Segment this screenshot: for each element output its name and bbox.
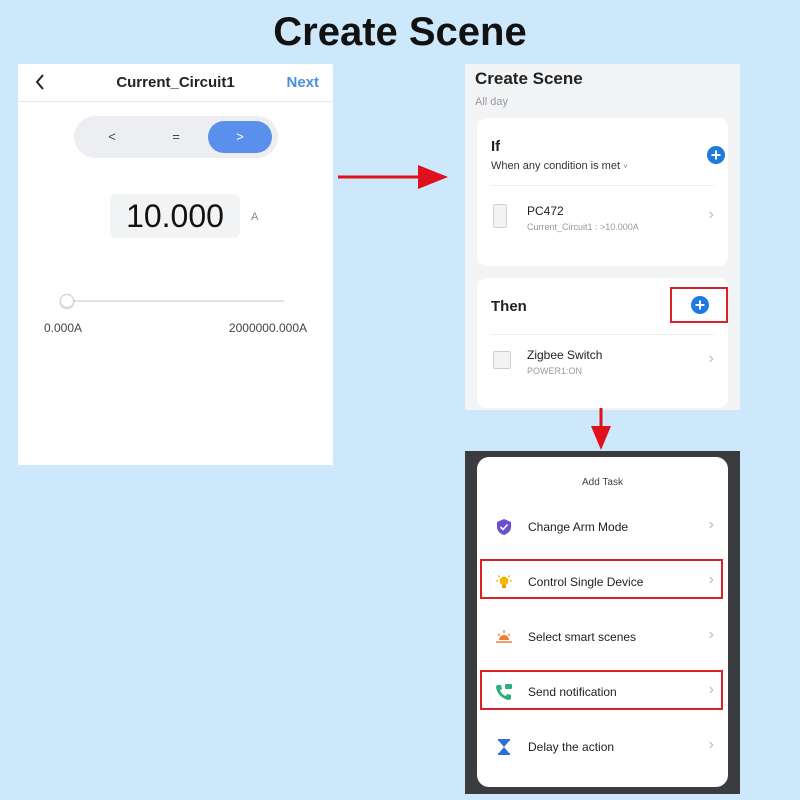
editor-header: Current_Circuit1 Next <box>18 64 333 102</box>
unit-label: A <box>251 211 259 223</box>
then-device-action: POWER1:ON <box>527 366 583 376</box>
create-scene-panel: Create Scene All day If When any conditi… <box>465 64 740 410</box>
highlight-box <box>480 559 723 599</box>
caret-down-icon: ˅ <box>623 162 628 171</box>
task-change-arm-mode[interactable]: Change Arm Mode › <box>477 507 728 547</box>
if-card: If When any condition is met ˅ PC472 Cur… <box>477 118 728 266</box>
switch-device-icon <box>493 351 511 369</box>
operator-less-than[interactable]: < <box>80 121 144 153</box>
if-heading: If <box>491 138 501 155</box>
divider <box>491 334 714 335</box>
chevron-right-icon: › <box>708 626 714 643</box>
chevron-right-icon: › <box>708 516 714 533</box>
condition-mode-label: When any condition is met <box>491 160 621 172</box>
next-button[interactable]: Next <box>286 74 319 91</box>
add-task-panel: Add Task Change Arm Mode › Control Singl… <box>465 451 740 794</box>
if-device-condition: Current_Circuit1 : >10.000A <box>527 222 639 232</box>
add-task-sheet: Add Task Change Arm Mode › Control Singl… <box>477 457 728 787</box>
divider <box>491 185 714 186</box>
task-label: Select smart scenes <box>528 630 637 644</box>
if-device-name: PC472 <box>527 204 564 218</box>
shield-check-icon <box>497 519 511 535</box>
slider-min-label: 0.000A <box>44 321 83 335</box>
right-arrow-icon <box>338 165 448 189</box>
operator-segmented-control: < = > <box>74 116 278 158</box>
threshold-value-input[interactable]: 10.000 <box>110 194 240 238</box>
add-condition-button[interactable] <box>707 146 725 164</box>
task-label: Change Arm Mode <box>528 520 629 534</box>
meter-device-icon <box>493 204 507 228</box>
operator-equals[interactable]: = <box>144 121 208 153</box>
slider-track[interactable] <box>66 300 284 302</box>
task-delay-the-action[interactable]: Delay the action › <box>477 727 728 767</box>
highlight-box <box>480 670 723 710</box>
page-title: Create Scene <box>273 10 527 54</box>
chevron-right-icon: › <box>708 206 714 223</box>
down-arrow-icon <box>591 408 611 450</box>
chevron-right-icon: › <box>708 736 714 753</box>
scene-title: Create Scene <box>475 69 583 88</box>
slider-thumb[interactable] <box>60 294 74 308</box>
chevron-right-icon: › <box>708 350 714 367</box>
then-heading: Then <box>491 298 527 315</box>
then-card: Then Zigbee Switch POWER1:ON › <box>477 278 728 408</box>
task-label: Delay the action <box>528 740 615 754</box>
add-task-title: Add Task <box>582 477 623 488</box>
then-device-name: Zigbee Switch <box>527 348 603 362</box>
sunrise-icon <box>496 630 512 643</box>
add-action-button[interactable] <box>691 296 709 314</box>
task-select-smart-scenes[interactable]: Select smart scenes › <box>477 617 728 657</box>
operator-greater-than[interactable]: > <box>208 121 272 153</box>
condition-mode-dropdown[interactable]: When any condition is met ˅ <box>491 160 628 172</box>
slider-max-label: 2000000.000A <box>228 321 307 335</box>
scene-subtitle: All day <box>475 96 509 108</box>
hourglass-icon <box>498 739 510 755</box>
condition-editor-panel: Current_Circuit1 Next < = > 10.000 A 0.0… <box>18 64 333 465</box>
